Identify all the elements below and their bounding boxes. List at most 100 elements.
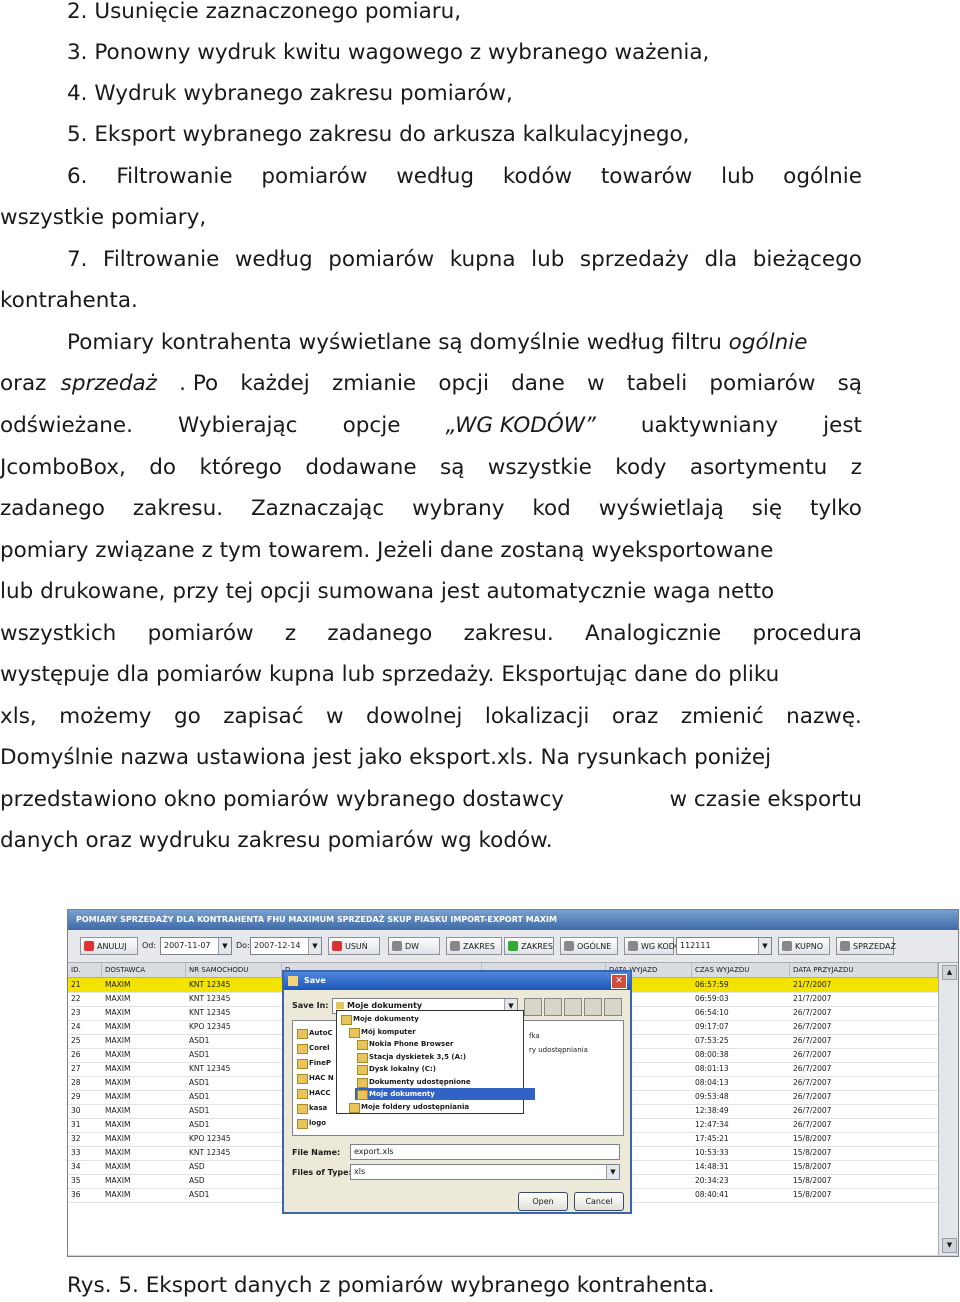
close-icon[interactable]: ✕	[611, 974, 627, 989]
file-name-input[interactable]: export.xls	[350, 1144, 620, 1160]
table-cell-data: 21/7/2007	[793, 994, 832, 1003]
table-cell-id: 31	[71, 1120, 81, 1129]
excel-icon	[508, 941, 518, 951]
chevron-down-icon[interactable]: ▼	[308, 938, 321, 954]
home-icon[interactable]	[544, 998, 562, 1016]
folder-icon	[349, 1027, 360, 1038]
scroll-up-icon[interactable]: ▲	[942, 965, 957, 980]
dropdown-option[interactable]: Dysk lokalny (C:)	[355, 1063, 535, 1075]
dropdown-option[interactable]: Moje dokumenty	[355, 1088, 535, 1100]
dropdown-option-label: Moje dokumenty	[369, 1090, 435, 1098]
file-type-select[interactable]: xls ▼	[350, 1164, 620, 1180]
chevron-down-icon[interactable]: ▼	[218, 938, 231, 954]
dropdown-option[interactable]: Mój komputer	[347, 1026, 535, 1038]
table-cell-dostawca: MAXIM	[105, 980, 131, 989]
export-range-button[interactable]: ZAKRES	[504, 937, 554, 955]
table-cell-nr: ASD1	[189, 1190, 210, 1199]
dropdown-option[interactable]: Moje foldery udostępniania	[347, 1101, 535, 1113]
folder-icon	[357, 1052, 368, 1063]
list-item[interactable]: logo	[295, 1117, 353, 1129]
list-item-7: 7. Filtrowanie według pomiarów kupna lub sprze…	[67, 245, 862, 275]
table-cell-data: 26/7/2007	[793, 1050, 832, 1059]
cancel-button[interactable]: Cancel	[574, 1192, 624, 1211]
column-header[interactable]: NR SAMOCHODU	[186, 963, 282, 977]
to-date-field[interactable]: 2007-12-14 ▼	[250, 937, 322, 955]
sell-button[interactable]: SPRZEDAŻ	[836, 937, 896, 955]
paragraph-line: odświeżane. Wybierając opcje „WG KODÓW” uakt…	[0, 411, 862, 441]
list-item[interactable]: ry udostępniania	[529, 1043, 588, 1057]
from-date-field[interactable]: 2007-11-07 ▼	[160, 937, 232, 955]
code-combobox[interactable]: 112111 ▼	[676, 937, 772, 955]
word: według	[234, 247, 313, 272]
cancel-button[interactable]: ANULUJ	[80, 937, 138, 955]
column-header[interactable]: ID.	[68, 963, 102, 977]
paragraph-line: przedstawiono okno pomiarów wybranego do…	[0, 785, 862, 815]
print-range-button[interactable]: ZAKRES	[446, 937, 502, 955]
delete-icon	[332, 941, 342, 951]
list-item-label: HAC N	[309, 1074, 334, 1082]
list-item-5: 5. Eksport wybranego zakresu do arkusza …	[67, 122, 690, 147]
word: w	[587, 371, 605, 396]
delete-button[interactable]: USUŃ	[328, 937, 380, 955]
scroll-down-icon[interactable]: ▼	[942, 1238, 957, 1253]
dropdown-option[interactable]: Nokia Phone Browser	[355, 1038, 535, 1050]
list-item-label: logo	[309, 1119, 327, 1127]
folder-icon	[297, 1059, 308, 1069]
word: Zaznaczając	[250, 496, 385, 521]
word: według	[396, 164, 475, 189]
reprint-button[interactable]: DW	[388, 937, 440, 955]
column-header[interactable]: DOSTAWCA	[102, 963, 186, 977]
list-item-label: Corel	[309, 1044, 330, 1052]
word: Filtrowanie	[103, 247, 220, 272]
table-cell-data: 15/8/2007	[793, 1176, 832, 1185]
word: do	[149, 455, 177, 480]
dropdown-option[interactable]: Moje dokumenty	[339, 1013, 535, 1025]
table-cell-data: 15/8/2007	[793, 1162, 832, 1171]
export-range-label: ZAKRES	[521, 942, 553, 951]
new-folder-icon[interactable]	[564, 998, 582, 1016]
table-cell-id: 22	[71, 994, 81, 1003]
details-view-icon[interactable]	[604, 998, 622, 1016]
list-item-6: 6. Filtrowanie pomiarów według kodów towarów l…	[67, 162, 862, 192]
list-view-icon[interactable]	[584, 998, 602, 1016]
general-button[interactable]: OGÓLNE	[560, 937, 618, 955]
open-button[interactable]: Open	[518, 1192, 568, 1211]
paragraph-line: lub drukowane, przy tej opcji sumowana j…	[0, 579, 775, 604]
chevron-down-icon[interactable]: ▼	[606, 1165, 619, 1179]
table-cell-czas: 06:54:10	[695, 1008, 729, 1017]
list-item[interactable]: fka	[529, 1029, 588, 1043]
table-cell-id: 33	[71, 1148, 81, 1157]
dropdown-option[interactable]: Dokumenty udostępnione	[355, 1076, 535, 1088]
italic-text: ogólnie	[728, 330, 808, 355]
buy-button[interactable]: KUPNO	[778, 937, 830, 955]
table-cell-czas: 09:53:48	[695, 1092, 729, 1101]
by-code-button[interactable]: WG KODÓW	[624, 937, 689, 955]
word: procedura	[752, 621, 862, 646]
text-span: Pomiary kontrahenta wyświetlane są domyś…	[67, 330, 729, 355]
table-cell-czas: 14:48:31	[695, 1162, 729, 1171]
word: kod	[532, 496, 571, 521]
cancel-label: ANULUJ	[97, 942, 127, 951]
save-in-dropdown[interactable]: Moje dokumenty Mój komputer Nokia Phone Br…	[336, 1010, 535, 1114]
table-cell-data: 26/7/2007	[793, 1106, 832, 1115]
word: zakresu.	[132, 496, 224, 521]
column-header[interactable]: DATA PRZYJAZDU	[790, 963, 938, 977]
text-span: oraz	[0, 371, 47, 396]
vertical-scrollbar[interactable]: ▲ ▼	[938, 963, 958, 1255]
word: zmianie	[331, 371, 417, 396]
sell-label: SPRZEDAŻ	[853, 942, 896, 951]
table-cell-data: 15/8/2007	[793, 1134, 832, 1143]
word: pomiarów	[328, 247, 435, 272]
table-cell-nr: ASD1	[189, 1092, 210, 1101]
word: Wybierając	[178, 413, 298, 438]
table-cell-id: 24	[71, 1022, 81, 1031]
chevron-down-icon[interactable]: ▼	[758, 938, 771, 954]
table-cell-nr: ASD1	[189, 1106, 210, 1115]
word: lokalizacji	[484, 704, 590, 729]
list-item-label: FineP	[309, 1059, 332, 1067]
column-header[interactable]: CZAS WYJAZDU	[692, 963, 790, 977]
paragraph-line: Pomiary kontrahenta wyświetlane są domyś…	[67, 328, 862, 358]
table-cell-id: 27	[71, 1064, 81, 1073]
table-cell-czas: 17:45:21	[695, 1134, 729, 1143]
dropdown-option[interactable]: Stacja dyskietek 3,5 (A:)	[355, 1051, 535, 1063]
